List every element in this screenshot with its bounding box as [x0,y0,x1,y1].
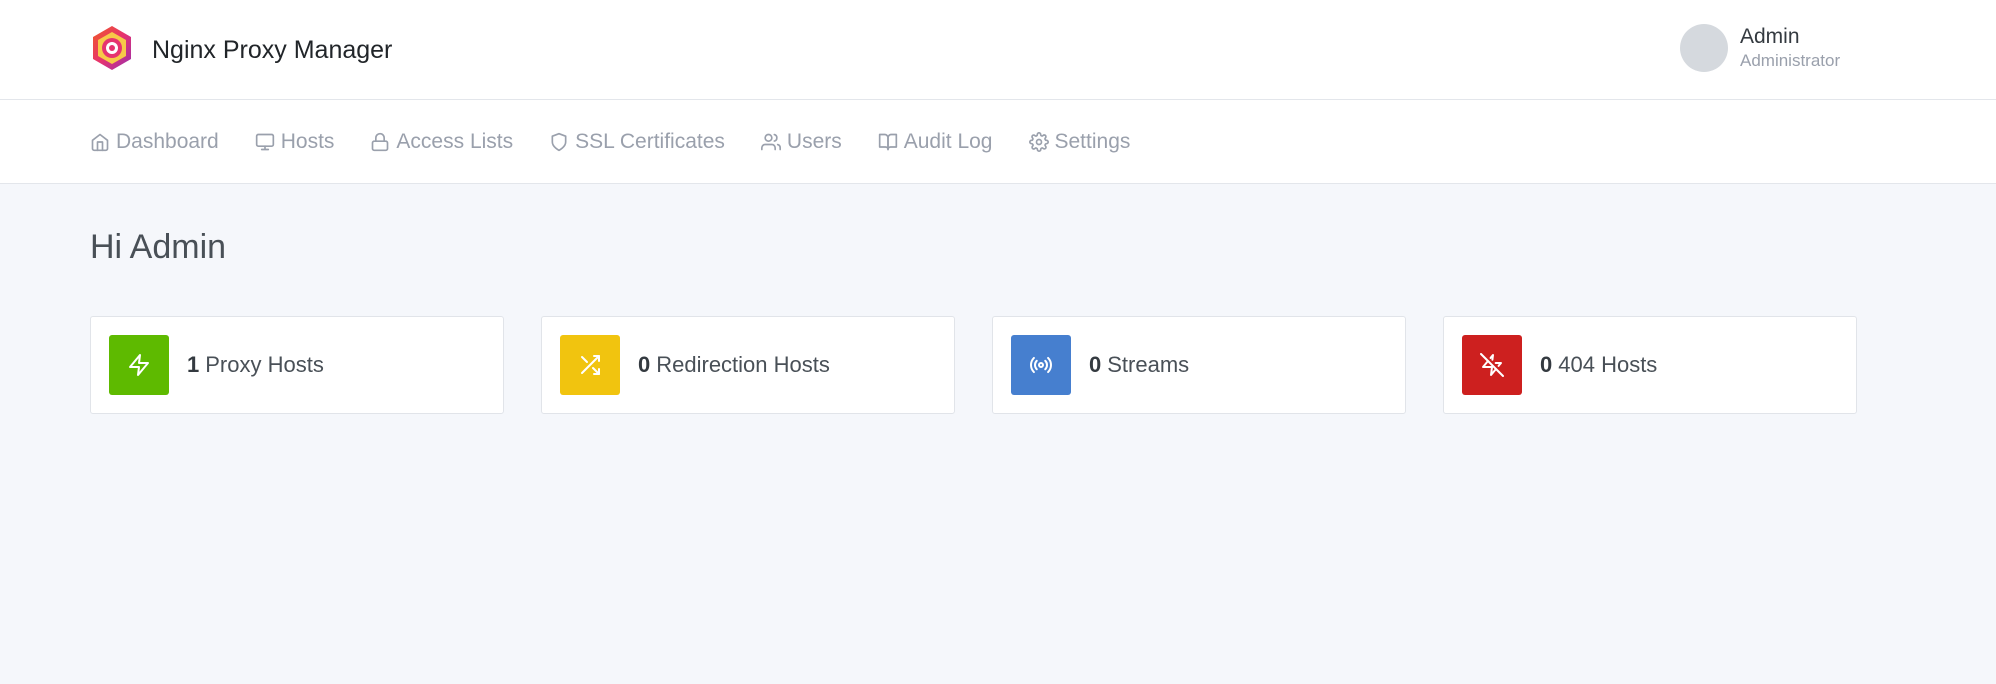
user-name: Admin [1740,25,1800,48]
stat-stamp [1011,335,1071,395]
stat-stamp [109,335,169,395]
home-icon [91,133,109,152]
zap-icon [129,354,149,376]
user-menu[interactable]: Admin Administrator [1680,24,1840,72]
nav-item-access-lists[interactable]: Access Lists [370,130,513,154]
nav-item-label: SSL Certificates [575,130,725,153]
stat-card-streams[interactable]: 0 Streams [992,316,1406,414]
stat-text: 1 Proxy Hosts [187,352,324,378]
monitor-icon [255,133,274,151]
gear-icon [1028,132,1049,152]
stat-card-404-hosts[interactable]: 0 404 Hosts [1443,316,1857,414]
stat-count: 0 [1089,352,1102,377]
lock-icon [372,132,389,152]
nav-item-label: Dashboard [116,130,219,153]
nav-item-label: Audit Log [903,130,993,153]
stat-count: 1 [187,352,200,377]
user-role: Administrator [1740,51,1841,70]
stat-text: 0 404 Hosts [1540,352,1657,378]
nav-item-hosts[interactable]: Hosts [255,130,335,154]
app-title: Nginx Proxy Manager [152,35,393,64]
nav-item-ssl-certificates[interactable]: SSL Certificates [549,130,725,154]
stat-count: 0 [638,352,651,377]
stat-label: Redirection Hosts [656,352,830,377]
stat-label: Proxy Hosts [205,352,324,377]
users-icon [760,133,781,151]
stat-label: Streams [1107,352,1190,377]
brand[interactable]: Nginx Proxy Manager [90,24,393,77]
stat-stamp [1462,335,1522,395]
nav-item-dashboard[interactable]: Dashboard [90,130,219,154]
shuffle-icon [581,355,600,375]
avatar[interactable] [1680,24,1728,72]
main-nav: Dashboard Hosts Access Lists SSL Certifi… [0,100,1996,184]
book-icon [878,133,897,151]
top-header: Nginx Proxy Manager Admin Administrator [0,0,1996,100]
stat-stamp [560,335,620,395]
stat-text: 0 Streams [1089,352,1189,378]
nav-item-audit-log[interactable]: Audit Log [878,130,993,154]
nav-item-label: Hosts [280,130,335,153]
stat-text: 0 Redirection Hosts [638,352,830,378]
page-greeting: Hi Admin [90,228,227,266]
nginx-logo-icon [90,24,134,77]
stat-card-redirection-hosts[interactable]: 0 Redirection Hosts [541,316,955,414]
stat-card-proxy-hosts[interactable]: 1 Proxy Hosts [90,316,504,414]
radio-icon [1030,356,1052,374]
nav-item-label: Access Lists [396,130,514,153]
stat-count: 0 [1540,352,1553,377]
shield-icon [551,132,567,152]
nav-item-settings[interactable]: Settings [1028,130,1131,154]
nav-item-users[interactable]: Users [760,130,842,154]
stat-label: 404 Hosts [1558,352,1658,377]
nav-item-label: Settings [1054,130,1131,153]
zap-off-icon [1480,353,1504,377]
stats-cards: 1 Proxy Hosts 0 Redirection Hosts 0 Streams… [90,316,1857,414]
nav-item-label: Users [786,130,842,153]
